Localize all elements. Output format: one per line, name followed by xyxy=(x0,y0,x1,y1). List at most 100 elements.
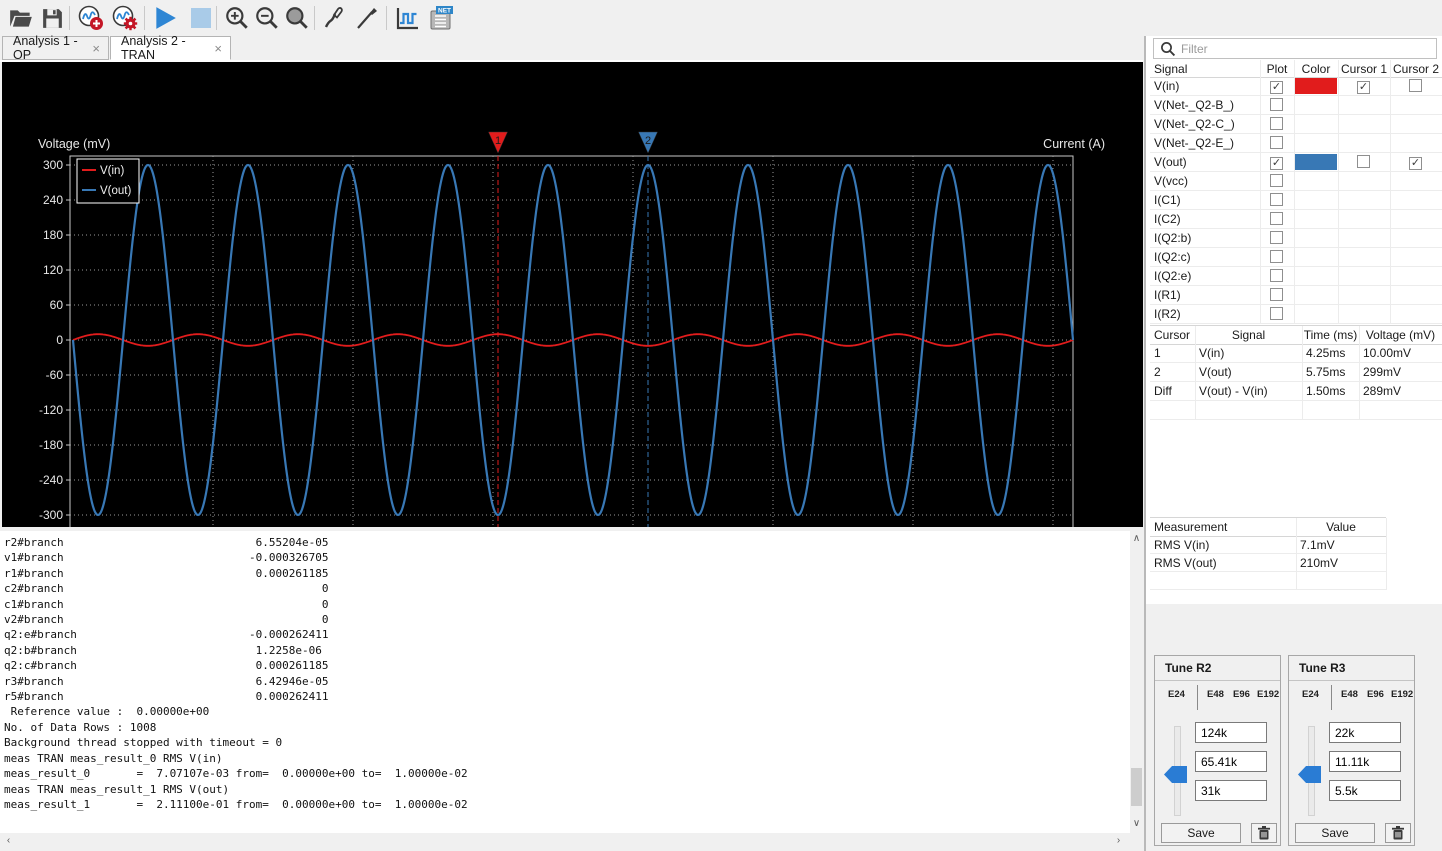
signal-row-i-c1-[interactable]: I(C1) xyxy=(1150,191,1442,210)
cursor-cell: V(in) xyxy=(1199,346,1225,360)
save-tuned-value-button[interactable]: Save xyxy=(1295,823,1375,843)
plot-checkbox[interactable]: ✓ xyxy=(1270,79,1283,94)
signal-row-i-q2-e-[interactable]: I(Q2:e) xyxy=(1150,267,1442,286)
tune-lower-value-input[interactable] xyxy=(1195,780,1267,801)
measurement-name: RMS V(in) xyxy=(1154,538,1210,552)
zoom-out-button[interactable] xyxy=(252,3,282,33)
y-tick-label: 60 xyxy=(50,298,64,312)
scroll-down-icon[interactable]: ∨ xyxy=(1130,818,1143,831)
scroll-right-icon[interactable]: › xyxy=(1112,835,1125,848)
signal-row-i-q2-c-[interactable]: I(Q2:c) xyxy=(1150,248,1442,267)
measurement-row: RMS V(out) 210mV xyxy=(1150,554,1386,572)
row-separator xyxy=(1150,589,1386,590)
open-file-button[interactable] xyxy=(6,3,36,33)
y-tick-label: -240 xyxy=(39,473,63,487)
divider xyxy=(1197,685,1198,710)
console-horizontal-scrollbar[interactable]: ‹ › xyxy=(0,833,1130,850)
tune-slider-handle[interactable] xyxy=(1298,766,1321,783)
netlist-viewer-button[interactable]: NET xyxy=(426,3,456,33)
eseries-e192-button[interactable]: E192 xyxy=(1257,689,1279,700)
scroll-left-icon[interactable]: ‹ xyxy=(2,835,15,848)
cursor-table-header-signal: Signal xyxy=(1231,328,1266,342)
eseries-e24-button[interactable]: E24 xyxy=(1168,689,1185,700)
delete-tuner-button[interactable] xyxy=(1251,823,1277,843)
signal-name: I(Q2:b) xyxy=(1154,231,1192,245)
plot-checkbox[interactable] xyxy=(1270,250,1283,266)
console-vertical-scrollbar[interactable]: ∧ ∨ xyxy=(1130,531,1143,833)
plot-checkbox[interactable] xyxy=(1270,288,1283,304)
tab-analysis-1-op[interactable]: Analysis 1 - OP × xyxy=(2,34,109,62)
eseries-e192-button[interactable]: E192 xyxy=(1391,689,1413,700)
tab-close-icon[interactable]: × xyxy=(214,42,222,55)
signal-table-header-signal: Signal xyxy=(1154,62,1188,76)
signal-name: V(Net-_Q2-C_) xyxy=(1154,117,1235,131)
plot-checkbox[interactable] xyxy=(1270,117,1283,133)
plot-checkbox[interactable] xyxy=(1270,307,1283,323)
tune-slider-handle[interactable] xyxy=(1164,766,1187,783)
cursor1-checkbox[interactable] xyxy=(1357,155,1370,171)
stop-simulation-button[interactable] xyxy=(186,3,216,33)
probe-straight-button[interactable] xyxy=(352,3,382,33)
tab-close-icon[interactable]: × xyxy=(92,42,100,55)
run-simulation-button[interactable] xyxy=(150,3,180,33)
tune-lower-value-input[interactable] xyxy=(1329,780,1401,801)
signal-table-header-plot: Plot xyxy=(1266,62,1288,76)
plot-checkbox[interactable] xyxy=(1270,174,1283,190)
eseries-e96-button[interactable]: E96 xyxy=(1233,689,1250,700)
eseries-e48-button[interactable]: E48 xyxy=(1207,689,1224,700)
legend-label: V(out) xyxy=(100,185,131,197)
signal-row-v-net-q2-e-[interactable]: V(Net-_Q2-E_) xyxy=(1150,134,1442,153)
save-button[interactable] xyxy=(37,3,67,33)
signal-row-v-out-[interactable]: V(out) ✓ ✓ xyxy=(1150,153,1442,172)
square-wave-icon xyxy=(396,8,418,30)
signal-name: I(R2) xyxy=(1154,307,1181,321)
save-tuned-value-button[interactable]: Save xyxy=(1161,823,1241,843)
eseries-e24-button[interactable]: E24 xyxy=(1302,689,1319,700)
play-icon xyxy=(156,7,176,29)
probe-curly-button[interactable] xyxy=(320,3,350,33)
signal-row-i-r1-[interactable]: I(R1) xyxy=(1150,286,1442,305)
signal-row-v-net-q2-c-[interactable]: V(Net-_Q2-C_) xyxy=(1150,115,1442,134)
color-swatch[interactable] xyxy=(1295,154,1337,170)
tune-current-value-input[interactable] xyxy=(1195,751,1267,772)
plot-checkbox[interactable]: ✓ xyxy=(1270,155,1283,170)
add-analysis-button[interactable] xyxy=(76,3,106,33)
waveform-viewer-button[interactable] xyxy=(392,3,422,33)
plot-checkbox[interactable] xyxy=(1270,98,1283,114)
signal-row-v-vcc-[interactable]: V(vcc) xyxy=(1150,172,1442,191)
signal-filter-input[interactable] xyxy=(1181,41,1436,56)
signal-name: I(Q2:e) xyxy=(1154,269,1192,283)
scroll-up-icon[interactable]: ∧ xyxy=(1130,533,1143,546)
cursor2-checkbox[interactable] xyxy=(1409,79,1422,95)
tab-analysis-2-tran[interactable]: Analysis 2 - TRAN × xyxy=(110,34,231,62)
tune-current-value-input[interactable] xyxy=(1329,751,1401,772)
signal-row-v-net-q2-b-[interactable]: V(Net-_Q2-B_) xyxy=(1150,96,1442,115)
delete-tuner-button[interactable] xyxy=(1385,823,1411,843)
plot-checkbox[interactable] xyxy=(1270,212,1283,228)
cursor1-checkbox[interactable]: ✓ xyxy=(1357,79,1370,94)
plot-canvas[interactable]: 300240180120600-60-120-180-240-3001.42.8… xyxy=(2,62,1143,575)
signal-row-i-q2-b-[interactable]: I(Q2:b) xyxy=(1150,229,1442,248)
plot-checkbox[interactable] xyxy=(1270,231,1283,247)
zoom-in-button[interactable] xyxy=(222,3,252,33)
signal-row-i-c2-[interactable]: I(C2) xyxy=(1150,210,1442,229)
plot-checkbox[interactable] xyxy=(1270,193,1283,209)
eseries-e96-button[interactable]: E96 xyxy=(1367,689,1384,700)
tune-upper-value-input[interactable] xyxy=(1329,722,1401,743)
signal-row-i-r2-[interactable]: I(R2) xyxy=(1150,305,1442,324)
signal-row-v-in-[interactable]: V(in) ✓ ✓ xyxy=(1150,77,1442,96)
console-vscroll-thumb[interactable] xyxy=(1131,768,1142,806)
plot-checkbox[interactable] xyxy=(1270,269,1283,285)
eseries-e48-button[interactable]: E48 xyxy=(1341,689,1358,700)
signal-table-header-cursor-1: Cursor 1 xyxy=(1340,62,1387,76)
configure-analysis-button[interactable] xyxy=(110,3,140,33)
signal-name: I(Q2:c) xyxy=(1154,250,1191,264)
right-axis-title: Current (A) xyxy=(1043,137,1105,151)
plot-checkbox[interactable] xyxy=(1270,136,1283,152)
cursor2-checkbox[interactable]: ✓ xyxy=(1409,155,1422,170)
tune-upper-value-input[interactable] xyxy=(1195,722,1267,743)
color-swatch[interactable] xyxy=(1295,78,1337,94)
simulator-log-console[interactable]: r2#branch 6.55204e-05 v1#branch -0.00032… xyxy=(0,531,1130,833)
waveform-plot[interactable]: 300240180120600-60-120-180-240-3001.42.8… xyxy=(2,62,1143,575)
zoom-fit-button[interactable] xyxy=(282,3,312,33)
